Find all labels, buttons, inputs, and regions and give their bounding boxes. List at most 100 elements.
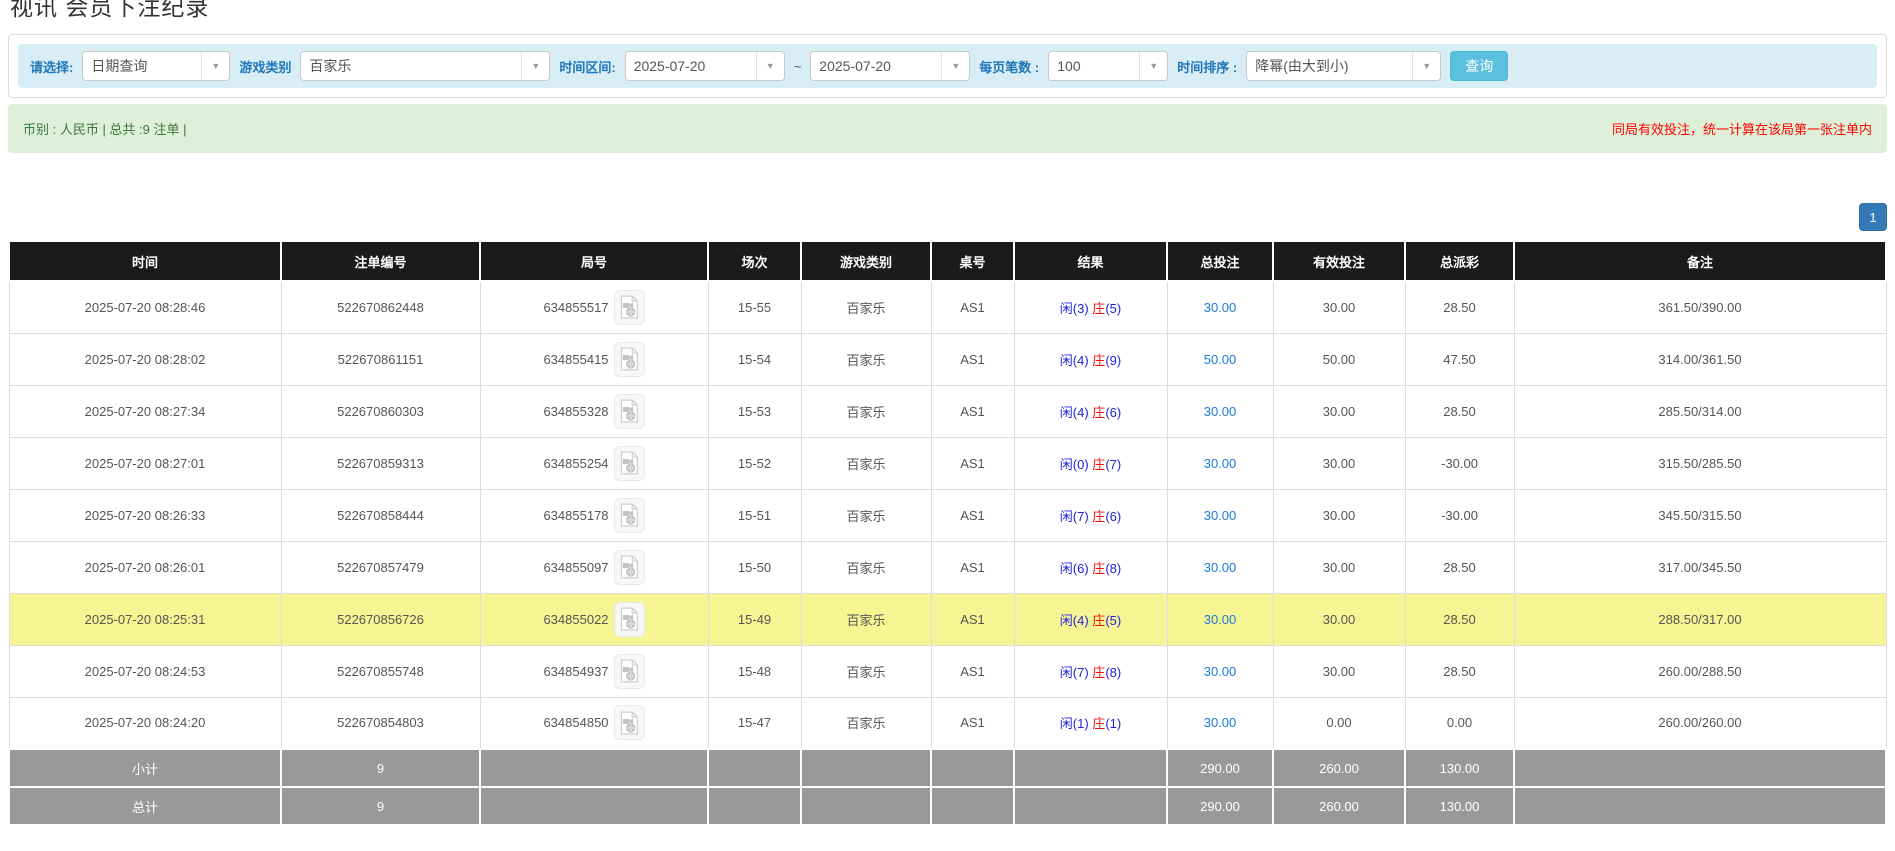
query-type-label: 请选择: bbox=[30, 57, 73, 76]
header-round-id: 局号 bbox=[480, 241, 708, 281]
result-player: 闲(4) bbox=[1060, 405, 1089, 420]
round-id-value: 634855328 bbox=[543, 404, 608, 419]
game-type-select[interactable]: ▼ bbox=[300, 51, 550, 81]
sort-order-input[interactable] bbox=[1247, 52, 1412, 80]
round-id-value: 634855517 bbox=[543, 300, 608, 315]
subtotal-total-bet: 290.00 bbox=[1167, 749, 1273, 787]
result-banker: 庄 bbox=[1092, 613, 1105, 628]
query-type-select[interactable]: ▼ bbox=[82, 51, 230, 81]
sort-order-select[interactable]: ▼ bbox=[1246, 51, 1441, 81]
video-file-icon bbox=[619, 399, 639, 423]
game-type-cell: 百家乐 bbox=[801, 385, 931, 437]
result-banker-num: (6) bbox=[1105, 509, 1121, 524]
session-cell: 15-54 bbox=[708, 333, 801, 385]
date-to-select[interactable]: ▼ bbox=[810, 51, 970, 81]
total-bet-cell: 30.00 bbox=[1167, 385, 1273, 437]
chevron-down-icon[interactable]: ▼ bbox=[1139, 52, 1167, 80]
summary-note: 同局有效投注，统一计算在该局第一张注单内 bbox=[1612, 119, 1872, 138]
video-replay-button[interactable] bbox=[614, 342, 645, 377]
video-replay-button[interactable] bbox=[614, 602, 645, 637]
table-row: 2025-07-20 08:27:01 522670859313 6348552… bbox=[9, 437, 1886, 489]
round-id-cell: 634855022 bbox=[480, 593, 708, 645]
game-type-cell: 百家乐 bbox=[801, 541, 931, 593]
valid-bet-cell: 30.00 bbox=[1273, 489, 1405, 541]
video-replay-button[interactable] bbox=[614, 290, 645, 325]
payout-cell: -30.00 bbox=[1405, 489, 1514, 541]
date-from-input[interactable] bbox=[626, 52, 756, 80]
video-replay-button[interactable] bbox=[614, 654, 645, 689]
header-remark: 备注 bbox=[1514, 241, 1886, 281]
chevron-down-icon[interactable]: ▼ bbox=[201, 52, 229, 80]
video-file-icon bbox=[619, 451, 639, 475]
payout-cell: 28.50 bbox=[1405, 645, 1514, 697]
remark-cell: 285.50/314.00 bbox=[1514, 385, 1886, 437]
chevron-down-icon[interactable]: ▼ bbox=[941, 52, 969, 80]
chevron-down-icon[interactable]: ▼ bbox=[521, 52, 549, 80]
total-bet-link[interactable]: 30.00 bbox=[1204, 300, 1237, 315]
video-replay-button[interactable] bbox=[614, 705, 645, 740]
valid-bet-cell: 30.00 bbox=[1273, 385, 1405, 437]
total-bet-link[interactable]: 30.00 bbox=[1204, 404, 1237, 419]
video-file-icon bbox=[619, 347, 639, 371]
date-to-input[interactable] bbox=[811, 52, 941, 80]
video-replay-button[interactable] bbox=[614, 498, 645, 533]
result-banker: 庄 bbox=[1092, 301, 1105, 316]
total-bet-cell: 30.00 bbox=[1167, 489, 1273, 541]
result-banker-num: (1) bbox=[1105, 716, 1121, 731]
page-size-label: 每页笔数 : bbox=[979, 57, 1039, 76]
video-replay-button[interactable] bbox=[614, 550, 645, 585]
search-button[interactable]: 查询 bbox=[1450, 51, 1508, 81]
remark-cell: 314.00/361.50 bbox=[1514, 333, 1886, 385]
total-bet-link[interactable]: 30.00 bbox=[1204, 560, 1237, 575]
game-type-cell: 百家乐 bbox=[801, 645, 931, 697]
payout-cell: 0.00 bbox=[1405, 697, 1514, 749]
game-type-input[interactable] bbox=[301, 52, 521, 80]
remark-cell: 260.00/260.00 bbox=[1514, 697, 1886, 749]
date-from-select[interactable]: ▼ bbox=[625, 51, 785, 81]
chevron-down-icon[interactable]: ▼ bbox=[1412, 52, 1440, 80]
result-banker: 庄 bbox=[1092, 509, 1105, 524]
query-type-input[interactable] bbox=[83, 52, 201, 80]
table-row: 2025-07-20 08:24:53 522670855748 6348549… bbox=[9, 645, 1886, 697]
game-type-label: 游戏类别 bbox=[239, 57, 291, 76]
chevron-down-icon[interactable]: ▼ bbox=[756, 52, 784, 80]
result-cell: 闲(1) 庄(1) bbox=[1014, 697, 1167, 749]
result-banker: 庄 bbox=[1092, 716, 1105, 731]
remark-cell: 345.50/315.50 bbox=[1514, 489, 1886, 541]
table-no-cell: AS1 bbox=[931, 593, 1014, 645]
total-bet-link[interactable]: 30.00 bbox=[1204, 612, 1237, 627]
payout-cell: 28.50 bbox=[1405, 281, 1514, 333]
page-size-select[interactable]: ▼ bbox=[1048, 51, 1168, 81]
session-cell: 15-47 bbox=[708, 697, 801, 749]
remark-cell: 288.50/317.00 bbox=[1514, 593, 1886, 645]
page-button-1[interactable]: 1 bbox=[1859, 203, 1887, 231]
total-bet-link[interactable]: 30.00 bbox=[1204, 508, 1237, 523]
video-replay-button[interactable] bbox=[614, 446, 645, 481]
result-cell: 闲(7) 庄(6) bbox=[1014, 489, 1167, 541]
round-id-value: 634854850 bbox=[543, 715, 608, 730]
round-id-value: 634855097 bbox=[543, 560, 608, 575]
game-type-cell: 百家乐 bbox=[801, 697, 931, 749]
table-no-cell: AS1 bbox=[931, 333, 1014, 385]
round-id-cell: 634855254 bbox=[480, 437, 708, 489]
valid-bet-cell: 50.00 bbox=[1273, 333, 1405, 385]
total-bet-link[interactable]: 30.00 bbox=[1204, 664, 1237, 679]
records-table: 时间 注单编号 局号 场次 游戏类别 桌号 结果 总投注 有效投注 总派彩 备注… bbox=[8, 240, 1887, 826]
total-bet-link[interactable]: 30.00 bbox=[1204, 715, 1237, 730]
header-result: 结果 bbox=[1014, 241, 1167, 281]
result-cell: 闲(6) 庄(8) bbox=[1014, 541, 1167, 593]
total-bet-cell: 30.00 bbox=[1167, 697, 1273, 749]
header-time: 时间 bbox=[9, 241, 281, 281]
valid-bet-cell: 30.00 bbox=[1273, 645, 1405, 697]
time-cell: 2025-07-20 08:27:01 bbox=[9, 437, 281, 489]
bet-id-cell: 522670862448 bbox=[281, 281, 480, 333]
total-bet-link[interactable]: 50.00 bbox=[1204, 352, 1237, 367]
game-type-cell: 百家乐 bbox=[801, 489, 931, 541]
total-bet-link[interactable]: 30.00 bbox=[1204, 456, 1237, 471]
result-banker-num: (6) bbox=[1105, 405, 1121, 420]
bet-id-cell: 522670858444 bbox=[281, 489, 480, 541]
video-replay-button[interactable] bbox=[614, 394, 645, 429]
remark-cell: 361.50/390.00 bbox=[1514, 281, 1886, 333]
page-size-input[interactable] bbox=[1049, 52, 1139, 80]
bet-id-cell: 522670854803 bbox=[281, 697, 480, 749]
